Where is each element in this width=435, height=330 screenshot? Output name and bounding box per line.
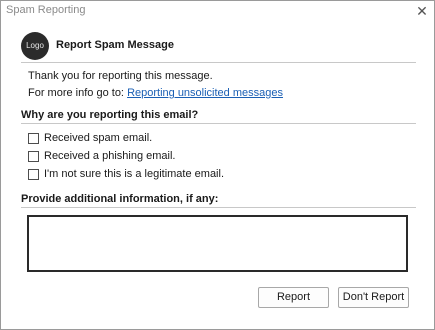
thanks-text: Thank you for reporting this message. [28,70,213,82]
option-label: I'm not sure this is a legitimate email. [44,168,225,180]
title-bar: Spam Reporting ✕ [1,1,434,21]
reasons-divider [21,123,416,124]
dialog-heading: Report Spam Message [56,39,174,51]
additional-info-input[interactable] [27,215,408,272]
logo: Logo [21,32,49,60]
more-info-line: For more info go to: Reporting unsolicit… [28,87,283,99]
dont-report-button[interactable]: Don't Report [338,287,409,308]
additional-info-divider [21,207,416,208]
window-title: Spam Reporting [6,4,86,16]
option-label: Received a phishing email. [44,150,176,162]
dialog-window: Spam Reporting ✕ Logo Report Spam Messag… [0,0,435,330]
more-info-label: For more info go to: [28,87,124,99]
reporting-info-link[interactable]: Reporting unsolicited messages [127,87,283,99]
close-icon[interactable]: ✕ [413,2,431,20]
reasons-heading: Why are you reporting this email? [21,109,199,121]
additional-info-heading: Provide additional information, if any: [21,193,219,205]
checkbox-icon[interactable] [28,133,39,144]
checkbox-icon[interactable] [28,169,39,180]
checkbox-icon[interactable] [28,151,39,162]
dialog-header: Logo Report Spam Message [21,32,416,60]
option-label: Received spam email. [44,132,153,144]
report-button[interactable]: Report [258,287,329,308]
header-divider [21,62,416,63]
